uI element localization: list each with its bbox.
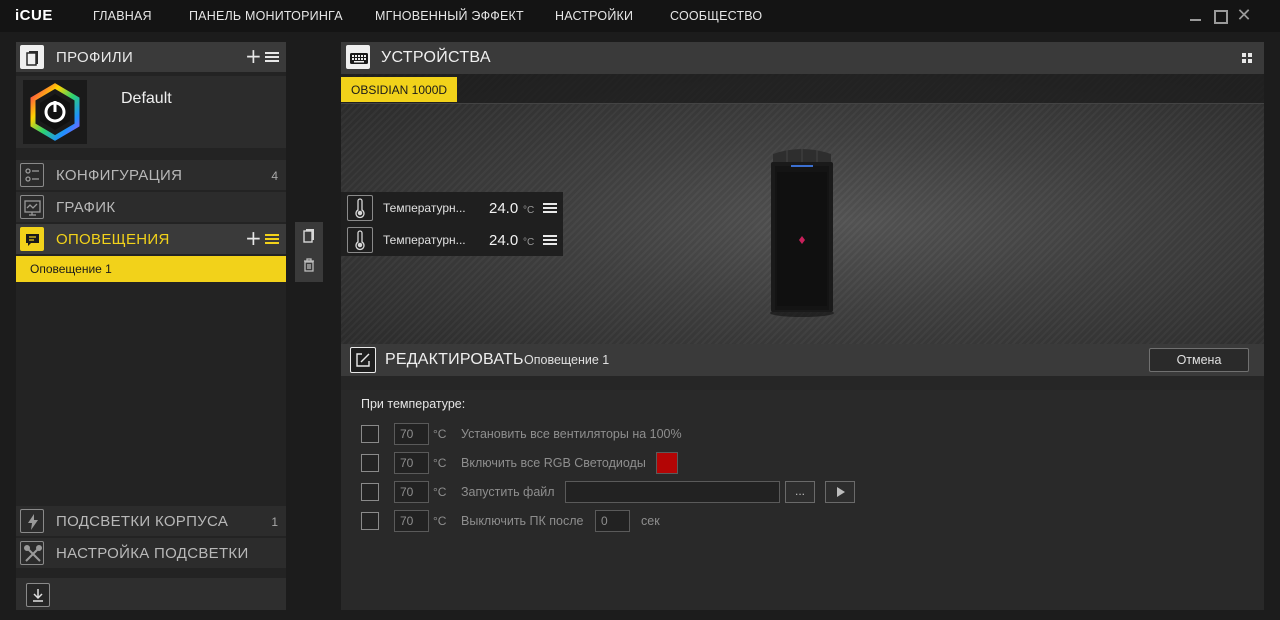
config-count: 4 [271, 169, 278, 183]
grid-icon[interactable] [1242, 53, 1252, 63]
tools-icon [20, 541, 44, 565]
edit-icon [350, 347, 376, 373]
case-lighting-header[interactable]: ПОДСВЕТКИ КОРПУСА 1 [16, 506, 286, 536]
edit-header: РЕДАКТИРОВАТЬ Оповещение 1 Отмена [341, 344, 1264, 376]
device-tabs: OBSIDIAN 1000D [341, 74, 1264, 104]
tab-obsidian-1000d[interactable]: OBSIDIAN 1000D [341, 77, 457, 102]
rule-checkbox[interactable] [361, 512, 379, 530]
nav-home[interactable]: ГЛАВНАЯ [93, 9, 152, 23]
case-lighting-count: 1 [271, 515, 278, 529]
temperature-input[interactable]: 70 [394, 481, 429, 503]
keyboard-icon [346, 45, 370, 69]
config-title: КОНФИГУРАЦИЯ [56, 167, 183, 184]
sensor-value: 24.0 [489, 232, 519, 249]
sensor-item[interactable]: Температурн... 24.0 °C [341, 224, 563, 256]
rule-label: Установить все вентиляторы на 100% [461, 427, 682, 441]
close-button[interactable]: ✕ [1236, 7, 1252, 25]
rule-checkbox[interactable] [361, 454, 379, 472]
minimize-button[interactable] [1188, 8, 1204, 24]
devices-title: УСТРОЙСТВА [381, 49, 491, 66]
profiles-icon [20, 45, 44, 69]
rule-shutdown: 70 °C Выключить ПК после 0 сек [341, 510, 1264, 532]
graph-title: ГРАФИК [56, 199, 116, 216]
profile-name: Default [121, 90, 172, 107]
seconds-input[interactable]: 0 [595, 510, 630, 532]
rule-run-file: 70 °C Запустить файл ... [341, 481, 1264, 503]
add-notification-button[interactable]: + [245, 228, 262, 248]
file-path-input[interactable] [565, 481, 780, 503]
rule-checkbox[interactable] [361, 425, 379, 443]
play-icon[interactable] [825, 481, 855, 503]
rule-label: Включить все RGB Светодиоды [461, 456, 646, 470]
graph-icon [20, 195, 44, 219]
settings-list-icon [20, 163, 44, 187]
graph-header[interactable]: ГРАФИК [16, 192, 286, 222]
rule-fans-100: 70 °C Установить все вентиляторы на 100% [341, 423, 1264, 445]
profiles-header: ПРОФИЛИ + [16, 42, 286, 72]
profiles-title: ПРОФИЛИ [56, 49, 134, 66]
sensor-menu-button[interactable] [543, 203, 557, 213]
notification-item-label: Оповещение 1 [30, 262, 112, 276]
temperature-input[interactable]: 70 [394, 452, 429, 474]
notifications-title: ОПОВЕЩЕНИЯ [56, 231, 170, 248]
nav-community[interactable]: СООБЩЕСТВО [670, 9, 762, 23]
edit-subtitle: Оповещение 1 [524, 353, 610, 367]
temperature-input[interactable]: 70 [394, 510, 429, 532]
sensor-list: Температурн... 24.0 °C Температурн... 24… [341, 192, 563, 256]
chat-bubble-icon [20, 227, 44, 251]
cancel-button[interactable]: Отмена [1149, 348, 1249, 372]
maximize-button[interactable] [1212, 8, 1228, 24]
pc-case-image[interactable] [767, 146, 837, 318]
rule-label: Выключить ПК после [461, 514, 584, 528]
temperature-unit: °C [433, 514, 447, 528]
add-profile-button[interactable]: + [245, 46, 262, 66]
case-lighting-title: ПОДСВЕТКИ КОРПУСА [56, 513, 229, 530]
notifications-menu-button[interactable] [265, 234, 279, 244]
trash-icon[interactable] [300, 256, 318, 274]
import-icon[interactable] [26, 583, 50, 607]
temperature-input[interactable]: 70 [394, 423, 429, 445]
browse-button[interactable]: ... [785, 481, 815, 503]
rule-checkbox[interactable] [361, 483, 379, 501]
thermometer-icon [347, 195, 373, 221]
notification-tools [295, 222, 323, 282]
lighting-setup-header[interactable]: НАСТРОЙКА ПОДСВЕТКИ [16, 538, 286, 568]
devices-header: УСТРОЙСТВА [341, 42, 1264, 74]
edit-title: РЕДАКТИРОВАТЬ [385, 351, 524, 368]
top-bar: iCUE ГЛАВНАЯ ПАНЕЛЬ МОНИТОРИНГА МГНОВЕНН… [0, 0, 1280, 32]
temperature-unit: °C [433, 427, 447, 441]
temperature-unit: °C [433, 456, 447, 470]
rule-label: Запустить файл [461, 485, 555, 499]
sensor-menu-button[interactable] [543, 235, 557, 245]
sensor-value: 24.0 [489, 200, 519, 217]
rule-rgb-leds: 70 °C Включить все RGB Светодиоды [341, 452, 1264, 474]
at-temperature-label: При температуре: [361, 397, 466, 411]
sensor-unit: °C [523, 205, 535, 216]
tab-label: OBSIDIAN 1000D [351, 83, 448, 97]
nav-instant-lighting[interactable]: МГНОВЕННЫЙ ЭФФЕКТ [375, 9, 524, 23]
thermometer-icon [347, 227, 373, 253]
notifications-header[interactable]: ОПОВЕЩЕНИЯ + [16, 224, 286, 254]
seconds-unit: сек [641, 514, 660, 528]
color-swatch[interactable] [656, 452, 678, 474]
sensor-item[interactable]: Температурн... 24.0 °C [341, 192, 563, 224]
profile-item-default[interactable]: Default [16, 76, 286, 148]
temperature-unit: °C [433, 485, 447, 499]
lighting-setup-title: НАСТРОЙКА ПОДСВЕТКИ [56, 545, 249, 562]
lightning-icon [20, 509, 44, 533]
notification-item[interactable]: Оповещение 1 [16, 256, 286, 282]
profiles-menu-button[interactable] [265, 52, 279, 62]
sensor-label: Температурн... [383, 233, 466, 247]
sensor-label: Температурн... [383, 201, 466, 215]
sensor-unit: °C [523, 237, 535, 248]
config-header[interactable]: КОНФИГУРАЦИЯ 4 [16, 160, 286, 190]
edit-body: При температуре: 70 °C Установить все ве… [341, 376, 1264, 610]
profile-thumbnail [23, 80, 87, 144]
nav-settings[interactable]: НАСТРОЙКИ [555, 9, 633, 23]
app-logo: iCUE [15, 7, 53, 24]
nav-dashboard[interactable]: ПАНЕЛЬ МОНИТОРИНГА [189, 9, 343, 23]
import-bar [16, 578, 286, 610]
copy-icon[interactable] [300, 227, 318, 245]
